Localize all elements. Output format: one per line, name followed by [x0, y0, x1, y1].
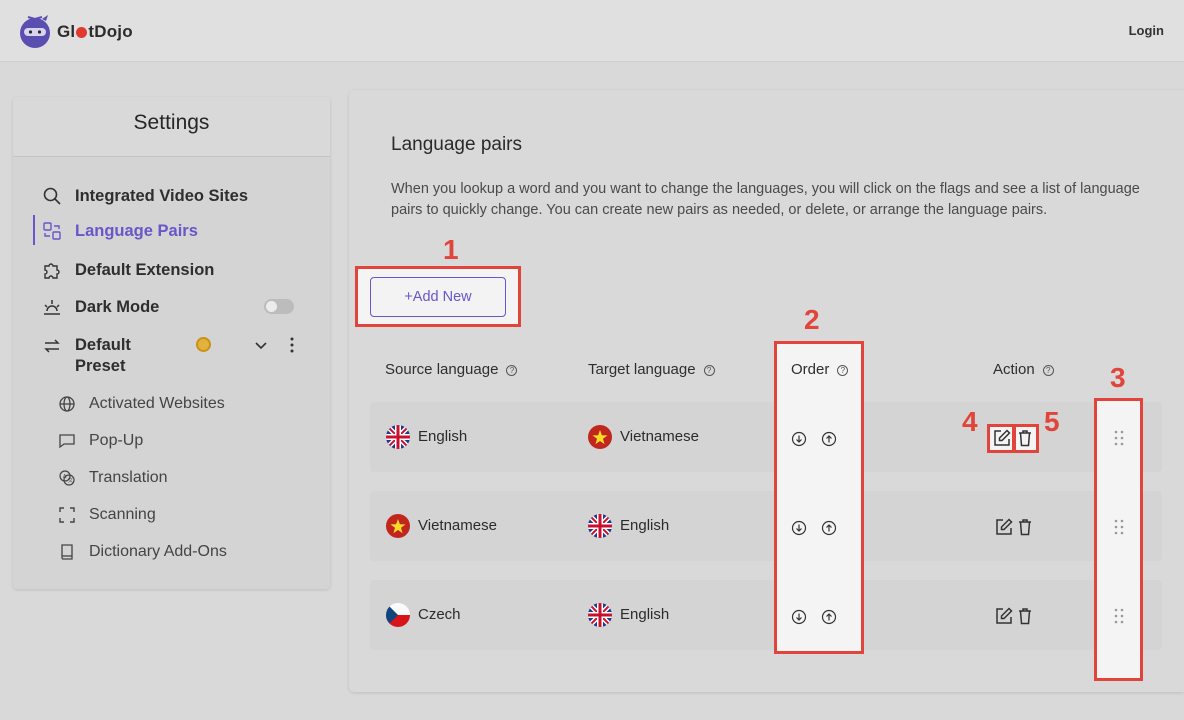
sidebar-item-label: Translation [89, 469, 168, 486]
move-up-icon[interactable] [821, 520, 837, 536]
sidebar-item-label: Dark Mode [75, 298, 160, 316]
sidebar-item-label: Dictionary Add-Ons [89, 543, 227, 560]
vietnam-flag-icon [588, 425, 612, 449]
sidebar-item-translation[interactable]: A 文 Translation [13, 462, 330, 492]
dark-mode-toggle[interactable] [264, 299, 294, 314]
uk-flag-icon [386, 425, 410, 449]
sidebar-item-label: Language Pairs [75, 222, 198, 240]
sidebar-item-dictionary-add-ons[interactable]: Dictionary Add-Ons [13, 536, 330, 566]
drag-handle-icon[interactable] [1113, 518, 1125, 536]
more-options-icon[interactable] [285, 336, 299, 354]
sidebar-item-integrated-video-sites[interactable]: Integrated Video Sites [13, 180, 330, 210]
target-language: English [620, 517, 670, 534]
help-icon[interactable]: ? [506, 365, 518, 376]
chevron-down-icon[interactable] [253, 337, 269, 353]
sidebar-item-scanning[interactable]: Scanning [13, 499, 330, 529]
column-header-source: Source language? [385, 361, 518, 378]
sidebar-item-label: Scanning [89, 506, 156, 523]
sidebar-item-language-pairs[interactable]: Language Pairs [13, 215, 330, 245]
swap-icon [44, 339, 60, 353]
book-icon [61, 544, 73, 560]
edit-icon[interactable] [992, 428, 1012, 448]
login-link[interactable]: Login [1129, 23, 1164, 38]
move-up-icon[interactable] [821, 431, 837, 447]
target-language: English [620, 606, 670, 623]
search-icon [43, 187, 61, 205]
brand-name: Gl tDojo [57, 22, 133, 42]
sidebar-item-label: Default Extension [75, 261, 215, 279]
drag-handle-icon[interactable] [1113, 607, 1125, 625]
sidebar-item-label: Pop-Up [89, 432, 144, 449]
chat-bubble-icon [59, 434, 75, 449]
drag-handle-icon[interactable] [1113, 429, 1125, 447]
ninja-logo-icon [20, 15, 50, 48]
language-pairs-icon [43, 222, 61, 240]
column-header-label: Source language [385, 361, 499, 378]
move-down-icon[interactable] [791, 609, 807, 625]
sidebar-item-default-extension[interactable]: Default Extension [13, 254, 330, 284]
annotation-number-2: 2 [804, 304, 820, 335]
move-down-icon[interactable] [791, 431, 807, 447]
annotation-number-3: 3 [1110, 362, 1126, 393]
svg-text:文: 文 [68, 477, 73, 484]
source-language: Vietnamese [418, 517, 497, 534]
puzzle-icon [44, 263, 60, 279]
edit-icon[interactable] [994, 517, 1014, 537]
source-language: English [418, 428, 468, 445]
scan-frame-icon [59, 507, 75, 523]
help-icon[interactable]: ? [837, 365, 849, 376]
column-header-label: Target language [588, 361, 696, 378]
sidebar-title: Settings [13, 97, 330, 157]
column-header-label: Action [993, 361, 1035, 378]
highlight-order-column [774, 341, 864, 654]
edit-icon[interactable] [994, 606, 1014, 626]
column-header-order: Order? [791, 361, 849, 378]
sidebar-item-label: Integrated Video Sites [75, 187, 248, 205]
column-header-target: Target language? [588, 361, 715, 378]
globe-icon [59, 396, 75, 412]
uk-flag-icon [588, 514, 612, 538]
column-header-label: Order [791, 361, 830, 378]
page-description: When you lookup a word and you want to c… [391, 181, 1140, 218]
help-icon[interactable]: ? [1042, 365, 1054, 376]
sidebar-item-activated-websites[interactable]: Activated Websites [13, 388, 330, 418]
brand-dot-icon [76, 27, 88, 38]
help-icon[interactable]: ? [703, 365, 715, 376]
settings-sidebar: Settings Integrated Video Sites Language… [13, 97, 330, 589]
svg-text:A: A [63, 474, 67, 480]
sidebar-item-label: Default Preset [75, 336, 131, 375]
sidebar-item-default-preset[interactable]: Default Preset [13, 335, 330, 377]
brand-prefix: Gl [57, 22, 76, 41]
top-bar: Gl tDojo Login [0, 0, 1184, 62]
sidebar-item-dark-mode[interactable]: Dark Mode [13, 291, 330, 321]
trash-icon[interactable] [1015, 517, 1035, 537]
language-pairs-panel: Language pairs When you lookup a word an… [349, 90, 1184, 692]
table-row [370, 580, 1162, 650]
source-language: Czech [418, 606, 461, 623]
czech-flag-icon [386, 603, 410, 627]
move-down-icon[interactable] [791, 520, 807, 536]
column-header-action: Action? [993, 361, 1054, 378]
move-up-icon[interactable] [821, 609, 837, 625]
sidebar-item-label: Activated Websites [89, 395, 225, 412]
add-new-button[interactable]: +Add New [370, 277, 506, 317]
uk-flag-icon [588, 603, 612, 627]
premium-coin-icon [196, 337, 211, 352]
brand-suffix: tDojo [88, 22, 133, 41]
annotation-number-5: 5 [1044, 406, 1060, 437]
trash-icon[interactable] [1015, 606, 1035, 626]
page-title: Language pairs [391, 134, 522, 155]
annotation-number-1: 1 [443, 234, 459, 265]
translate-icon: A 文 [59, 470, 75, 486]
target-language: Vietnamese [620, 428, 699, 445]
trash-icon[interactable] [1015, 428, 1035, 448]
sunset-icon [44, 300, 60, 315]
annotation-number-4: 4 [962, 406, 978, 437]
vietnam-flag-icon [386, 514, 410, 538]
sidebar-item-pop-up[interactable]: Pop-Up [13, 425, 330, 455]
